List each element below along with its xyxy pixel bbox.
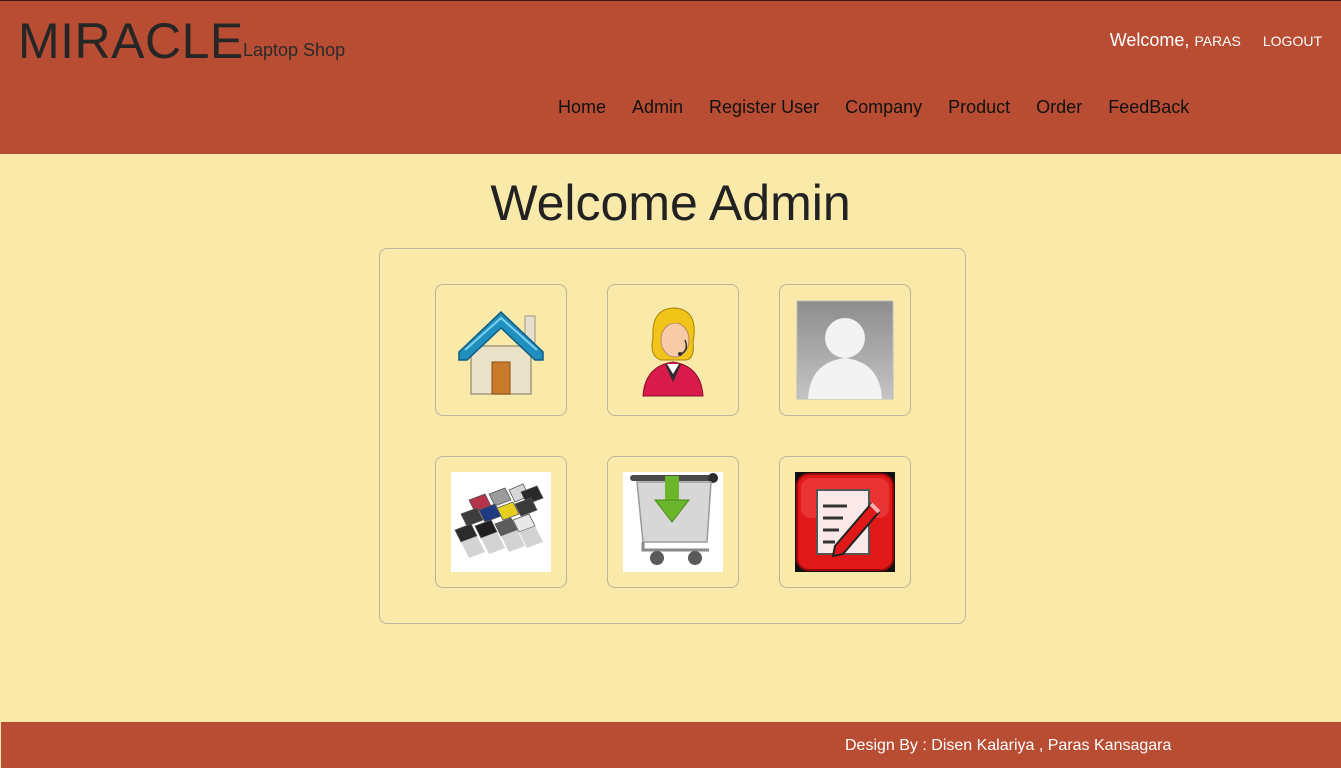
nav-feedback[interactable]: FeedBack [1108,97,1189,118]
nav-admin[interactable]: Admin [632,97,683,118]
tile-user[interactable] [779,284,911,416]
dashboard-panel [379,248,966,624]
footer-credits: Design By : Disen Kalariya , Paras Kansa… [845,737,1172,754]
tile-orders[interactable] [607,456,739,588]
feedback-edit-icon [795,472,895,572]
username: PARAS [1194,33,1241,49]
nav-order[interactable]: Order [1036,97,1082,118]
nav-product[interactable]: Product [948,97,1010,118]
tile-home[interactable] [435,284,567,416]
user-silhouette-icon [796,300,894,400]
nav-register-user[interactable]: Register User [709,97,819,118]
brand-logo[interactable]: MIRACLE [18,13,244,69]
header: MIRACLE Laptop Shop Welcome, PARAS LOGOU… [0,0,1341,154]
logout-link[interactable]: LOGOUT [1263,33,1322,49]
tile-admin[interactable] [607,284,739,416]
nav-company[interactable]: Company [845,97,922,118]
home-icon [458,310,544,395]
page-title: Welcome Admin [490,175,851,231]
nav-home[interactable]: Home [558,97,606,118]
laptops-icon [451,472,551,572]
tile-laptops[interactable] [435,456,567,588]
welcome-label: Welcome, [1109,30,1190,50]
main-nav: Home Admin Register User Company Product… [558,97,1215,118]
brand-tagline: Laptop Shop [243,40,346,60]
admin-support-icon [642,307,704,397]
tile-feedback[interactable] [779,456,911,588]
footer: Design By : Disen Kalariya , Paras Kansa… [1,722,1341,768]
welcome-area: Welcome, PARAS LOGOUT [1110,30,1322,51]
shopping-cart-download-icon [623,472,723,572]
